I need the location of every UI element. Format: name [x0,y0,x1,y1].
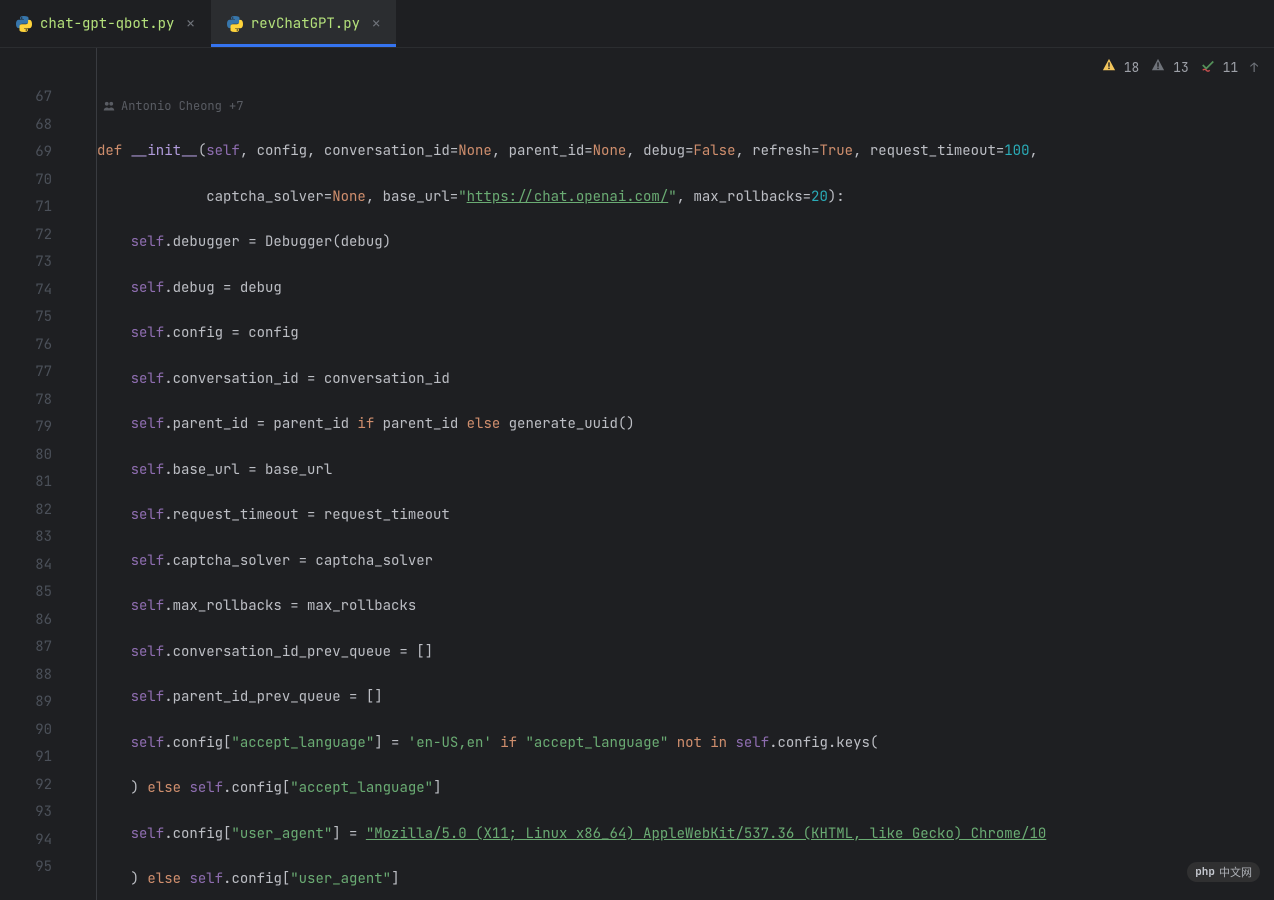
line-number: 76 [0,332,52,360]
close-icon[interactable]: ✕ [368,13,384,35]
editor-tabs: chat-gpt-qbot.py ✕ revChatGPT.py ✕ [0,0,1274,48]
line-number: 78 [0,387,52,415]
code-editor[interactable]: 18 13 11 ↑ 67686970717273747576777879808… [0,48,1274,900]
warning-yellow-badge[interactable]: 18 [1102,58,1139,76]
code-line: self.config["accept_language"] = 'en-US,… [97,730,1274,758]
code-line: self.config = config [97,320,1274,348]
typo-badge[interactable]: 11 [1201,58,1238,76]
line-number: 83 [0,524,52,552]
code-line: self.debugger = Debugger(debug) [97,229,1274,257]
line-number: 86 [0,607,52,635]
line-number: 81 [0,469,52,497]
code-line: ) else self.config["user_agent"] [97,866,1274,894]
line-number: 80 [0,442,52,470]
close-icon[interactable]: ✕ [182,13,198,35]
line-number: 85 [0,579,52,607]
line-number: 90 [0,717,52,745]
line-number: 95 [0,854,52,882]
python-icon [16,16,32,32]
code-line: ) else self.config["accept_language"] [97,775,1274,803]
line-number: 69 [0,139,52,167]
line-number: 89 [0,689,52,717]
code-line: self.config["user_agent"] = "Mozilla/5.0… [97,821,1274,849]
line-number: 71 [0,194,52,222]
users-icon [103,100,115,112]
code-line: self.conversation_id_prev_queue = [] [97,639,1274,667]
tab-label: chat-gpt-qbot.py [40,15,174,33]
line-number: 70 [0,167,52,195]
line-number: 87 [0,634,52,662]
code-line: self.max_rollbacks = max_rollbacks [97,593,1274,621]
line-number: 91 [0,744,52,772]
code-line: def __init__(self, config, conversation_… [97,138,1274,166]
code-line: captcha_solver=None, base_url="https://c… [97,184,1274,212]
tab-chat-gpt-qbot[interactable]: chat-gpt-qbot.py ✕ [0,0,211,47]
python-icon [227,16,243,32]
line-number: 74 [0,277,52,305]
code-line: self.conversation_id = conversation_id [97,366,1274,394]
line-number: 92 [0,772,52,800]
line-number: 88 [0,662,52,690]
author-annotation[interactable]: Antonio Cheong +7 [97,92,1274,120]
line-number: 93 [0,799,52,827]
code-line: self.request_timeout = request_timeout [97,502,1274,530]
line-number: 68 [0,112,52,140]
warning-gray-badge[interactable]: 13 [1151,58,1188,76]
code-line: self.base_url = base_url [97,457,1274,485]
line-number: 75 [0,304,52,332]
line-number: 82 [0,497,52,525]
code-content[interactable]: Antonio Cheong +7 def __init__(self, con… [97,48,1274,900]
watermark: php中文网 [1187,862,1260,882]
line-number: 72 [0,222,52,250]
line-number: 77 [0,359,52,387]
code-line: self.debug = debug [97,275,1274,303]
inspection-widget[interactable]: 18 13 11 ↑ [1096,54,1264,80]
code-line: self.captcha_solver = captcha_solver [97,548,1274,576]
line-number: 67 [0,84,52,112]
code-line: self.parent_id = parent_id if parent_id … [97,411,1274,439]
line-number-gutter: 6768697071727374757677787980818283848586… [0,48,70,900]
code-line: self.parent_id_prev_queue = [] [97,684,1274,712]
tab-label: revChatGPT.py [251,15,360,33]
line-number: 84 [0,552,52,580]
line-number: 94 [0,827,52,855]
line-number: 79 [0,414,52,442]
scroll-top-icon[interactable]: ↑ [1250,59,1258,76]
tab-revchatgpt[interactable]: revChatGPT.py ✕ [211,0,397,47]
line-number: 73 [0,249,52,277]
